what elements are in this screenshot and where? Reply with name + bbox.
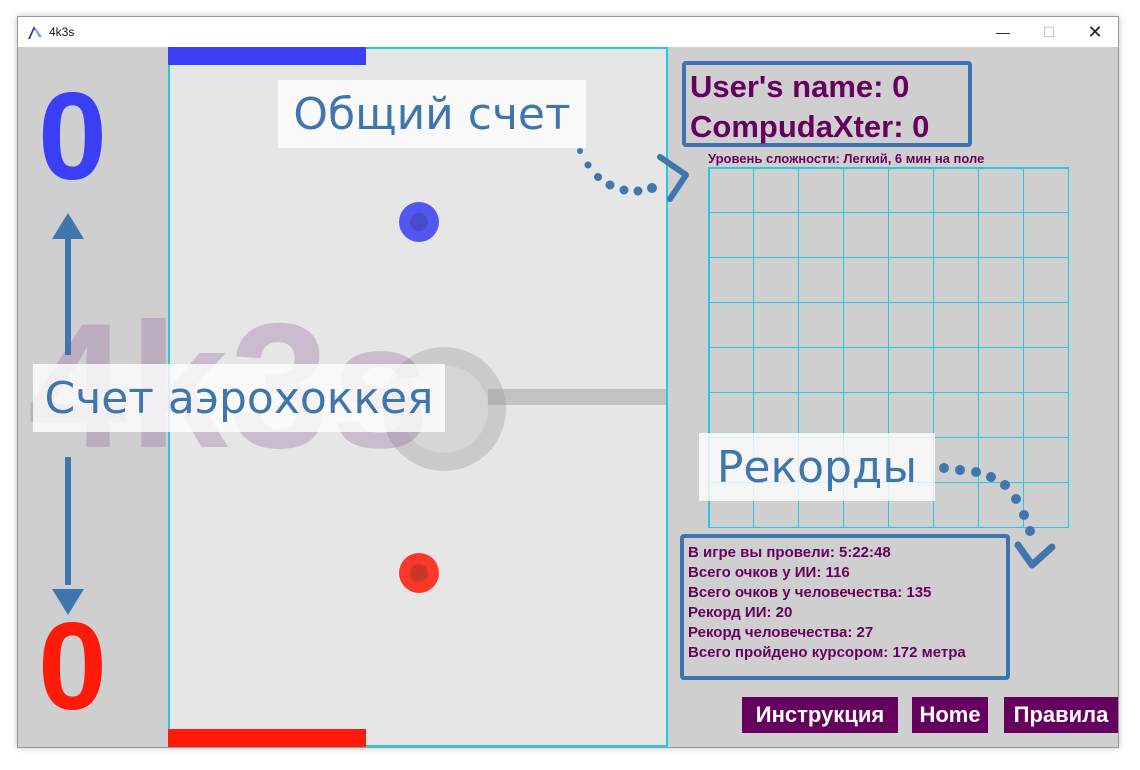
grid-cell[interactable] <box>977 481 1024 528</box>
window-title: 4k3s <box>49 25 75 39</box>
grid-cell[interactable] <box>708 302 755 348</box>
stat-line: Рекорд ИИ: 20 <box>688 604 793 621</box>
grid-cell[interactable] <box>1022 167 1069 214</box>
rules-button[interactable]: Правила <box>1004 697 1118 733</box>
instructions-button[interactable]: Инструкция <box>742 697 898 733</box>
stat-line: В игре вы провели: 5:22:48 <box>688 544 891 561</box>
grid-cell[interactable] <box>843 302 889 348</box>
grid-cell[interactable] <box>708 212 755 259</box>
grid-cell[interactable] <box>977 347 1024 393</box>
stat-line: Всего очков у ИИ: 116 <box>688 564 850 581</box>
grid-cell[interactable] <box>753 391 800 438</box>
grid-cell[interactable] <box>932 302 979 348</box>
stat-line: Рекорд человечества: 27 <box>688 624 874 641</box>
maximize-button[interactable]: ☐ <box>1026 17 1072 47</box>
grid-cell[interactable] <box>753 212 800 259</box>
grid-cell[interactable] <box>977 302 1024 348</box>
bottom-player-score: 0 <box>38 598 107 736</box>
grid-cell[interactable] <box>1022 481 1069 528</box>
grid-cell[interactable] <box>753 257 800 304</box>
stat-line: Всего очков у человечества: 135 <box>688 584 932 601</box>
callout-total-score: Общий счет <box>278 80 586 148</box>
bottom-goal <box>168 729 366 747</box>
computer-score: CompudaXter: 0 <box>690 109 930 144</box>
home-button[interactable]: Home <box>912 697 988 733</box>
grid-cell[interactable] <box>888 302 934 348</box>
grid-cell[interactable] <box>932 257 979 304</box>
arrow-up-icon <box>52 213 84 355</box>
grid-cell[interactable] <box>1022 347 1069 393</box>
grid-cell[interactable] <box>798 347 845 393</box>
title-bar[interactable]: 4k3s — ☐ ✕ <box>18 17 1118 47</box>
top-mallet-center <box>410 213 428 231</box>
top-goal <box>168 47 366 65</box>
grid-cell[interactable] <box>753 347 800 393</box>
grid-cell[interactable] <box>843 257 889 304</box>
grid-cell[interactable] <box>977 391 1024 438</box>
grid-cell[interactable] <box>888 212 934 259</box>
grid-cell[interactable] <box>843 347 889 393</box>
arrow-down-icon <box>52 457 84 615</box>
grid-cell[interactable] <box>932 167 979 214</box>
grid-cell[interactable] <box>932 391 979 438</box>
grid-cell[interactable] <box>798 212 845 259</box>
user-score: User's name: 0 <box>690 69 910 104</box>
grid-cell[interactable] <box>798 257 845 304</box>
grid-cell[interactable] <box>1022 257 1069 304</box>
grid-cell[interactable] <box>932 347 979 393</box>
difficulty-label: Уровень сложности: Легкий, 6 мин на поле <box>708 151 985 166</box>
grid-cell[interactable] <box>1022 436 1069 483</box>
grid-cell[interactable] <box>708 257 755 304</box>
callout-air-hockey-score: Счет аэрохоккея <box>33 364 445 432</box>
grid-cell[interactable] <box>932 212 979 259</box>
grid-cell[interactable] <box>708 167 755 214</box>
grid-cell[interactable] <box>1022 391 1069 438</box>
grid-cell[interactable] <box>798 391 845 438</box>
grid-cell[interactable] <box>843 391 889 438</box>
bottom-mallet[interactable] <box>399 553 439 593</box>
minimize-button[interactable]: — <box>980 17 1026 47</box>
grid-cell[interactable] <box>888 347 934 393</box>
grid-cell[interactable] <box>977 257 1024 304</box>
grid-cell[interactable] <box>843 167 889 214</box>
grid-cell[interactable] <box>977 436 1024 483</box>
grid-cell[interactable] <box>932 436 979 483</box>
grid-cell[interactable] <box>798 167 845 214</box>
grid-cell[interactable] <box>753 167 800 214</box>
total-scoreboard: User's name: 0 CompudaXter: 0 <box>682 61 972 147</box>
stats-panel: В игре вы провели: 5:22:48 Всего очков у … <box>680 534 1010 680</box>
grid-cell[interactable] <box>1022 302 1069 348</box>
close-button[interactable]: ✕ <box>1072 17 1118 47</box>
game-area: 0 0 4k3s Общий счет Счет аэрохоккея User… <box>18 47 1118 747</box>
grid-cell[interactable] <box>888 257 934 304</box>
grid-cell[interactable] <box>1022 212 1069 259</box>
grid-cell[interactable] <box>708 347 755 393</box>
grid-cell[interactable] <box>932 481 979 528</box>
app-logo-icon <box>28 26 42 39</box>
grid-cell[interactable] <box>977 167 1024 214</box>
grid-cell[interactable] <box>888 391 934 438</box>
bottom-mallet-center <box>410 564 428 582</box>
grid-cell[interactable] <box>798 302 845 348</box>
top-mallet[interactable] <box>399 202 439 242</box>
app-window: 4k3s — ☐ ✕ 0 0 4k3s Общий счет Счет аэро… <box>17 16 1119 748</box>
callout-records: Рекорды <box>699 433 935 501</box>
grid-cell[interactable] <box>753 302 800 348</box>
top-player-score: 0 <box>38 68 107 206</box>
grid-cell[interactable] <box>977 212 1024 259</box>
grid-cell[interactable] <box>708 391 755 438</box>
stat-line: Всего пройдено курсором: 172 метра <box>688 644 966 661</box>
grid-cell[interactable] <box>843 212 889 259</box>
grid-cell[interactable] <box>888 167 934 214</box>
